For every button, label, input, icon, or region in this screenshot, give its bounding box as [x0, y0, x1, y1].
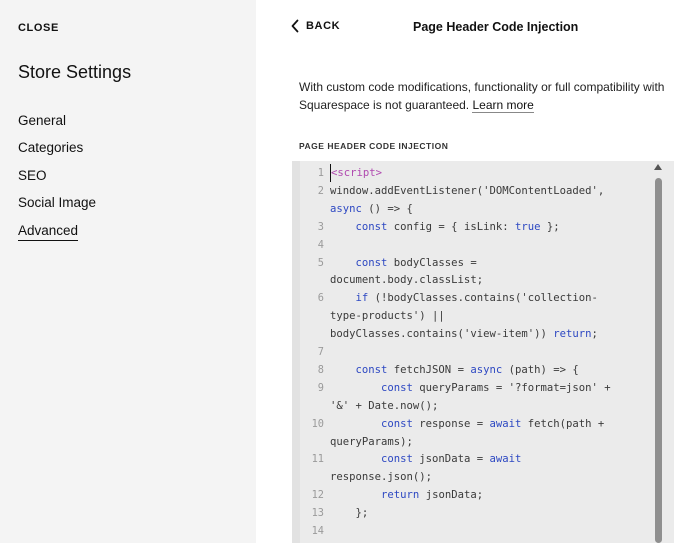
code-text: const queryParams = '?format=json' + — [381, 381, 611, 394]
sidebar-title: Store Settings — [18, 62, 132, 82]
code-text: }; — [330, 507, 369, 520]
code-text: async () => { — [330, 202, 413, 215]
back-label: BACK — [306, 20, 341, 32]
line-number: 6 — [317, 292, 324, 305]
code-editor[interactable]: 1 <script> 2 window.addEventListener('DOMCo… — [292, 161, 674, 543]
sidebar-item-categories[interactable]: Categories — [18, 140, 83, 155]
line-number: 7 — [317, 346, 324, 358]
line-number: 10 — [311, 417, 324, 430]
notice-line-2: Squarespace is not guaranteed. Learn mor… — [299, 96, 699, 114]
line-number: 8 — [317, 363, 324, 376]
close-button[interactable]: CLOSE — [18, 22, 59, 34]
back-button[interactable]: BACK — [290, 19, 340, 33]
line-number: 5 — [317, 256, 324, 269]
line-number: 1 — [317, 167, 324, 179]
code-text: if (!bodyClasses.contains('collection- — [355, 292, 598, 305]
sidebar-item-social-image[interactable]: Social Image — [18, 195, 96, 210]
section-label: PAGE HEADER CODE INJECTION — [299, 141, 449, 151]
code-text: bodyClasses.contains('view-item')) retur… — [330, 328, 598, 341]
code-text: '&' + Date.now(); — [330, 399, 439, 412]
sidebar-item-general[interactable]: General — [18, 113, 66, 128]
sidebar-item-advanced[interactable]: Advanced — [18, 223, 79, 241]
line-number: 4 — [317, 238, 324, 251]
code-text: const response = await fetch(path + — [381, 417, 605, 430]
line-number: 12 — [311, 489, 324, 502]
code-text: const jsonData = await — [381, 453, 522, 466]
code-text: window.addEventListener('DOMContentLoade… — [330, 184, 605, 197]
code-text: const config = { isLink: true }; — [355, 220, 560, 233]
code-text: type-products') || — [330, 310, 445, 323]
scrollbar-thumb[interactable] — [655, 178, 662, 543]
line-number: 14 — [311, 525, 324, 537]
code-text: return jsonData; — [381, 489, 484, 502]
page-title: Page Header Code Injection — [413, 20, 579, 34]
code-injection-panel: BACK Page Header Code Injection With cus… — [256, 0, 700, 543]
line-number: 3 — [317, 220, 324, 233]
code-text: const fetchJSON = async (path) => { — [355, 363, 579, 376]
sidebar-item-seo[interactable]: SEO — [18, 168, 47, 183]
store-settings-sidebar: CLOSE Store Settings General Categories … — [0, 0, 256, 543]
code-text: document.body.classList; — [330, 274, 484, 287]
line-number: 11 — [311, 453, 324, 466]
line-number: 13 — [311, 507, 324, 520]
editor-scrollbar[interactable] — [654, 161, 664, 543]
learn-more-link[interactable]: Learn more — [472, 98, 534, 113]
notice-line-2-text: Squarespace is not guaranteed. — [299, 98, 470, 112]
code-text: const bodyClasses = — [355, 256, 477, 269]
chevron-left-icon — [291, 19, 299, 33]
code-text: queryParams); — [330, 435, 413, 448]
notice-line-1: With custom code modifications, function… — [299, 80, 665, 94]
code-text: response.json(); — [330, 471, 433, 484]
line-number: 9 — [317, 381, 324, 394]
code-text: <script> — [330, 164, 382, 182]
scroll-up-arrow-icon[interactable] — [654, 164, 662, 170]
compatibility-notice: With custom code modifications, function… — [299, 78, 699, 114]
line-number: 2 — [317, 184, 324, 197]
